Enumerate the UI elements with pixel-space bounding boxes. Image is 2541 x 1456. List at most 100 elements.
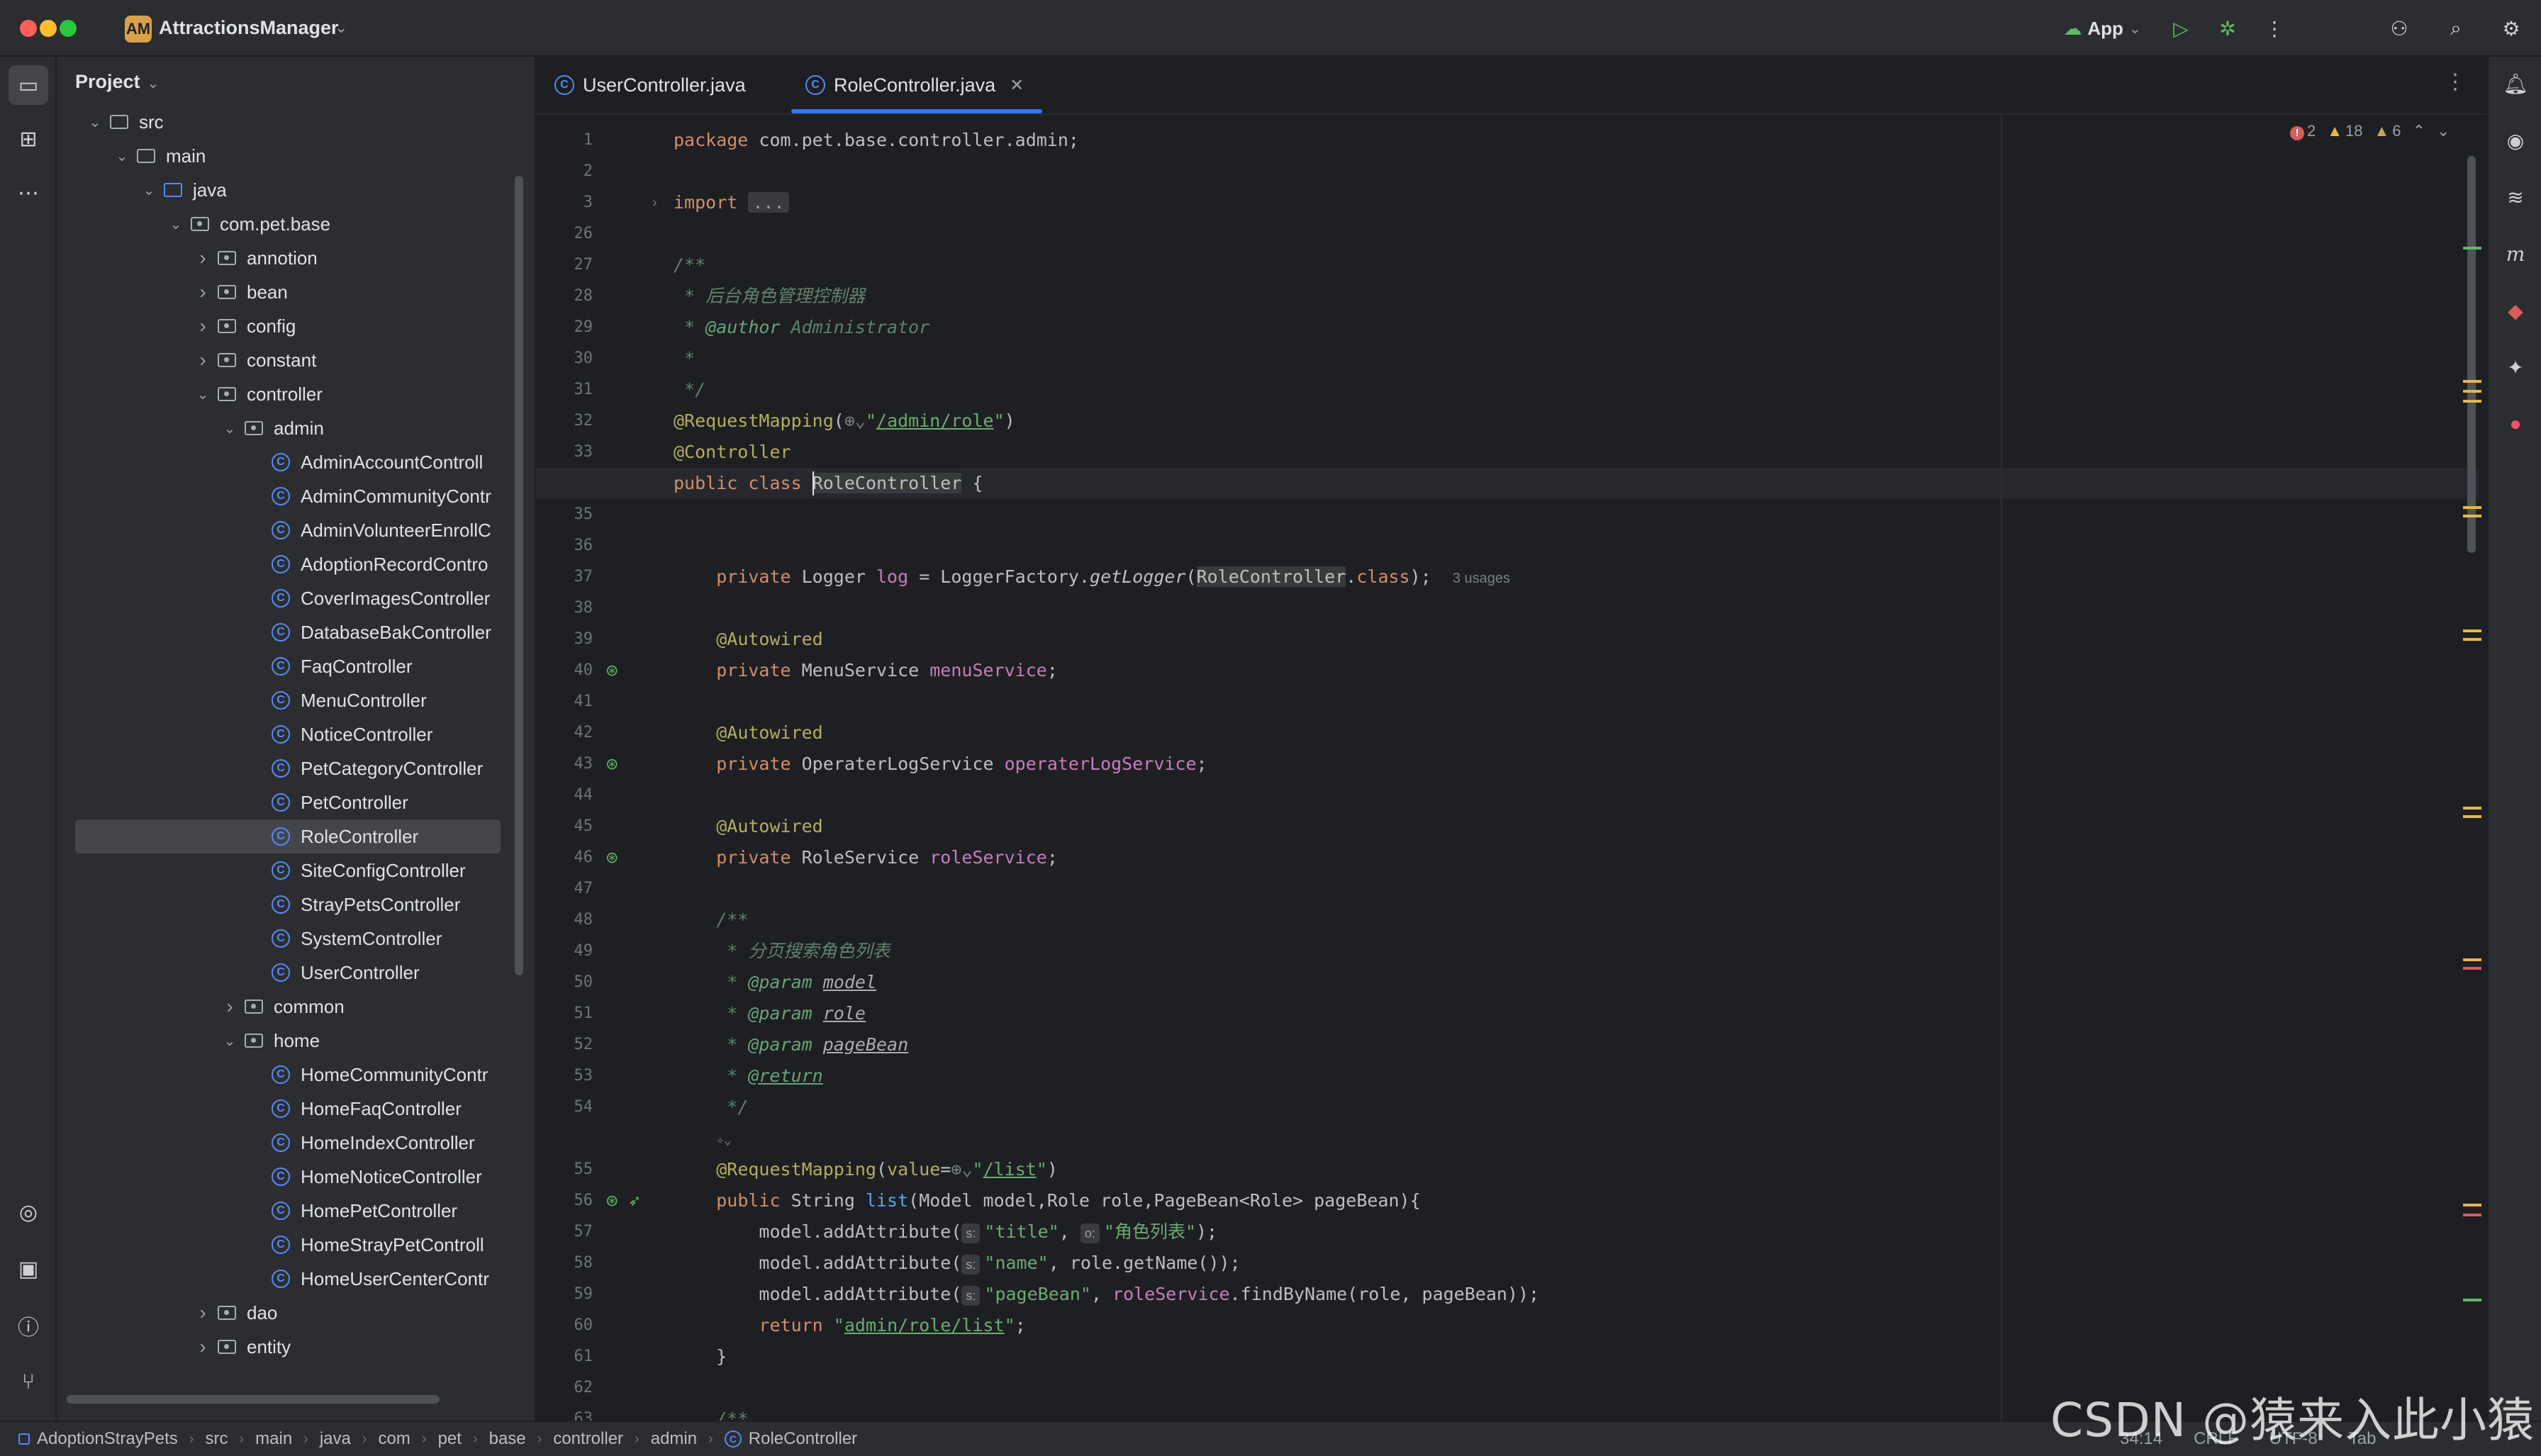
chevron-down-icon[interactable]: ⌄ — [166, 215, 186, 233]
chevron-right-icon[interactable]: › — [193, 281, 213, 303]
line-number[interactable]: 44 — [536, 780, 593, 811]
project-switcher[interactable]: AttractionsManager — [159, 17, 339, 39]
code-line[interactable]: @RequestMapping(value=⊕⌄"/list") — [674, 1154, 1058, 1185]
plugin-icon[interactable]: ✦ — [2497, 349, 2534, 386]
structure-icon[interactable]: ⊞ — [9, 119, 48, 159]
more-actions-icon[interactable]: ⋮ — [2259, 13, 2290, 44]
editor-gutter[interactable]: 123›262728293031323334⊛353637383940⊛4142… — [536, 115, 664, 1428]
spring-bean-gutter-icon[interactable]: ⊛ — [605, 1185, 618, 1216]
code-line[interactable]: private OperaterLogService operaterLogSe… — [674, 749, 1207, 780]
code-line[interactable]: * — [674, 343, 695, 374]
code-line[interactable]: model.addAttribute(s: "pageBean", roleSer… — [674, 1279, 1539, 1310]
line-number[interactable]: 47 — [536, 873, 593, 905]
tree-folder-item[interactable]: ⌄ main — [57, 139, 525, 173]
tree-class-item[interactable]: C HomeCommunityContr — [57, 1058, 525, 1092]
tree-class-item[interactable]: C AdminAccountControll — [57, 445, 525, 479]
breadcrumb-item[interactable]: admin — [651, 1429, 697, 1449]
tab-rolecontroller[interactable]: C RoleController.java ✕ — [805, 57, 1024, 113]
tree-class-item[interactable]: C AdminVolunteerEnrollC — [57, 513, 525, 547]
run-icon[interactable]: ▷ — [2165, 13, 2196, 44]
breadcrumb-item[interactable]: src — [205, 1429, 228, 1449]
services-icon[interactable]: ◎ — [9, 1192, 48, 1232]
warning-marker[interactable] — [2463, 400, 2481, 403]
code-line[interactable]: * @return — [674, 1060, 822, 1092]
line-number[interactable]: 29 — [536, 312, 593, 343]
tree-vertical-scrollbar[interactable] — [515, 176, 523, 975]
change-marker[interactable] — [2463, 1299, 2481, 1301]
line-number[interactable]: 45 — [536, 811, 593, 842]
line-number[interactable]: 33 — [536, 437, 593, 468]
tree-folder-item[interactable]: › annotion — [57, 241, 525, 275]
tree-class-item[interactable]: C NoticeController — [57, 717, 525, 751]
terminal-icon[interactable]: ▣ — [9, 1249, 48, 1289]
code-line[interactable]: * 分页搜索角色列表 — [674, 936, 890, 967]
tree-class-item[interactable]: C AdminCommunityContr — [57, 479, 525, 513]
breadcrumb-item[interactable]: controller — [553, 1429, 623, 1449]
ai-assistant-icon[interactable]: ◉ — [2497, 122, 2534, 159]
breadcrumb-item[interactable]: main — [255, 1429, 292, 1449]
line-number[interactable]: 35 — [536, 499, 593, 530]
chevron-down-icon[interactable]: ⌄ — [139, 181, 159, 199]
tree-class-item[interactable]: C HomePetController — [57, 1194, 525, 1228]
code-line[interactable]: private MenuService menuService; — [674, 655, 1058, 686]
tree-folder-item[interactable]: ⌄ com.pet.base — [57, 207, 525, 241]
problems-icon[interactable]: ⓘ — [9, 1306, 48, 1345]
git-icon[interactable]: ⑂ — [9, 1362, 48, 1402]
line-number[interactable]: 38 — [536, 593, 593, 624]
warning-marker[interactable] — [2463, 506, 2481, 509]
code-line[interactable]: /** — [674, 250, 705, 281]
line-number[interactable]: 1 — [536, 125, 593, 156]
change-marker[interactable] — [2463, 247, 2481, 250]
tab-usercontroller[interactable]: C UserController.java — [554, 57, 746, 113]
warning-marker[interactable] — [2463, 815, 2481, 818]
chevron-right-icon[interactable]: › — [220, 995, 240, 1018]
settings-gear-icon[interactable]: ⚙ — [2496, 13, 2527, 44]
tree-folder-item[interactable]: ⌄ home — [57, 1024, 525, 1058]
run-configuration-selector[interactable]: ☁ App ⌄ — [2049, 13, 2155, 44]
code-line[interactable]: @Controller — [674, 437, 791, 468]
line-number[interactable]: 50 — [536, 967, 593, 998]
line-number[interactable]: 58 — [536, 1248, 593, 1279]
project-folder-icon[interactable]: ▭ — [9, 65, 48, 105]
code-line[interactable]: /** — [674, 905, 748, 936]
line-number[interactable]: 3 — [536, 187, 593, 218]
code-line[interactable]: public class RoleController { — [674, 468, 983, 499]
project-tree[interactable]: ⌄ src ⌄ main ⌄ java ⌄ com.pet.base › annotion › bea… — [57, 105, 525, 1381]
code-line[interactable]: } — [674, 1341, 727, 1372]
warning-marker[interactable] — [2463, 958, 2481, 961]
chevron-right-icon[interactable]: › — [193, 247, 213, 269]
notifications-bell-icon[interactable]: 🔔︎ — [2497, 65, 2534, 102]
line-number[interactable]: 43 — [536, 749, 593, 780]
code-line[interactable]: private RoleService roleService; — [674, 842, 1058, 873]
line-number[interactable]: 36 — [536, 530, 593, 561]
error-marker[interactable] — [2463, 1214, 2481, 1216]
editor-vertical-scrollbar[interactable] — [2467, 156, 2476, 553]
line-number[interactable]: 48 — [536, 905, 593, 936]
tree-class-item[interactable]: C HomeNoticeController — [57, 1160, 525, 1194]
line-number[interactable]: 51 — [536, 998, 593, 1029]
tree-class-item[interactable]: C AdoptionRecordContro — [57, 547, 525, 581]
tree-folder-item[interactable]: ⌄ admin — [57, 411, 525, 445]
warning-marker[interactable] — [2463, 807, 2481, 810]
line-number[interactable]: 54 — [536, 1092, 593, 1123]
tree-class-item[interactable]: C RoleController — [75, 819, 501, 853]
line-number[interactable]: 62 — [536, 1372, 593, 1404]
tree-class-item[interactable]: C PetController — [57, 785, 525, 819]
code-line[interactable]: model.addAttribute(s: "name", role.getNam… — [674, 1248, 1241, 1279]
project-view-selector[interactable]: Project ⌄ — [75, 71, 159, 93]
tree-folder-item[interactable]: › constant — [57, 343, 525, 377]
breadcrumb-item[interactable]: pet — [438, 1429, 462, 1449]
line-number[interactable]: 49 — [536, 936, 593, 967]
chevron-down-icon[interactable]: ⌄ — [85, 113, 105, 131]
line-number[interactable]: 55 — [536, 1154, 593, 1185]
chevron-down-icon[interactable]: ⌄ — [220, 1032, 240, 1050]
tree-class-item[interactable]: C DatabaseBakController — [57, 615, 525, 649]
chevron-right-icon[interactable]: › — [193, 315, 213, 337]
line-number[interactable] — [536, 1123, 593, 1154]
code-line[interactable]: private Logger log = LoggerFactory.getLo… — [674, 561, 1510, 593]
more-tool-windows-icon[interactable]: ⋯ — [9, 173, 48, 213]
code-line[interactable]: model.addAttribute(s: "title", o: "角色列表"); — [674, 1216, 1217, 1248]
chevron-right-icon[interactable]: › — [193, 1335, 213, 1358]
line-number[interactable]: 42 — [536, 717, 593, 749]
chevron-down-icon[interactable]: ⌄ — [112, 147, 132, 165]
